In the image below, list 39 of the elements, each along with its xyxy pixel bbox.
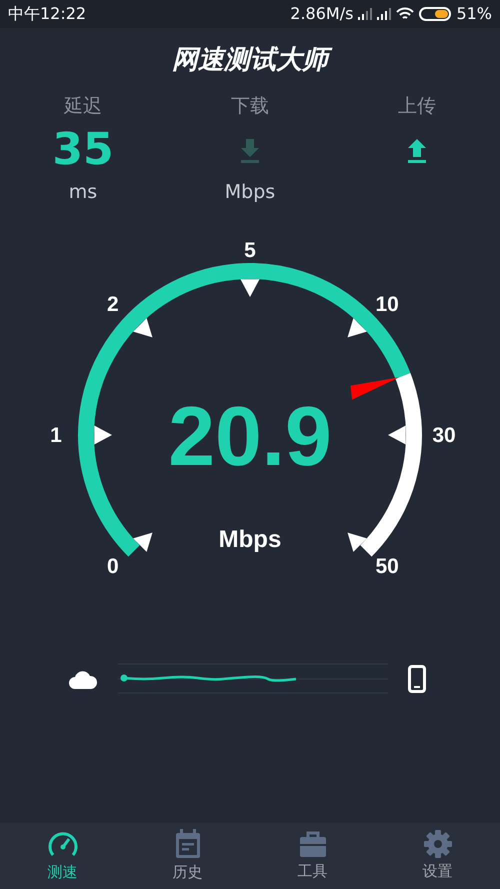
needle <box>350 377 400 400</box>
nav-tab[interactable]: 设置 <box>375 823 500 889</box>
tick-label: 1 <box>50 424 62 447</box>
tick-mark <box>348 532 367 552</box>
app-title: 网速测试大师 <box>164 40 336 80</box>
metric-unit: ms <box>68 180 98 205</box>
metric-label: 延迟 <box>64 94 102 119</box>
metric-unit: Mbps <box>224 180 276 205</box>
tick-label: 30 <box>432 424 456 447</box>
latency-value: 35 <box>52 123 114 177</box>
tick-label: 0 <box>106 554 119 578</box>
tick-mark <box>240 279 260 297</box>
calendar-icon <box>174 828 202 859</box>
signal-icon <box>377 8 392 20</box>
wifi-icon <box>396 7 414 21</box>
metric-label: 下载 <box>231 94 269 119</box>
nav-tab[interactable]: 历史 <box>125 823 250 889</box>
tick-label: 50 <box>376 554 399 578</box>
tick-label: 5 <box>244 240 256 262</box>
signal-icon <box>358 8 372 20</box>
nav-tab[interactable]: 工具 <box>250 823 375 889</box>
cloud-icon <box>68 669 98 689</box>
tick-mark <box>388 425 406 445</box>
tick-mark <box>133 318 152 338</box>
battery-percent: 51% <box>456 3 492 25</box>
metric-label: 上传 <box>398 94 436 119</box>
toolbox-icon <box>298 830 326 858</box>
status-time: 中午12:22 <box>8 3 86 25</box>
network-speed: 2.86M/s <box>290 3 354 25</box>
nav-tab[interactable]: 测速 <box>0 823 125 889</box>
tick-mark <box>94 425 112 445</box>
speed-reading: 20.9 <box>168 389 332 483</box>
tick-mark <box>348 318 367 338</box>
tick-label: 2 <box>106 293 119 316</box>
tick-label: 10 <box>376 293 399 316</box>
phone-icon <box>408 665 426 693</box>
tick-mark <box>133 532 152 552</box>
speed-unit: Mbps <box>218 526 282 553</box>
battery-fill <box>435 10 448 18</box>
